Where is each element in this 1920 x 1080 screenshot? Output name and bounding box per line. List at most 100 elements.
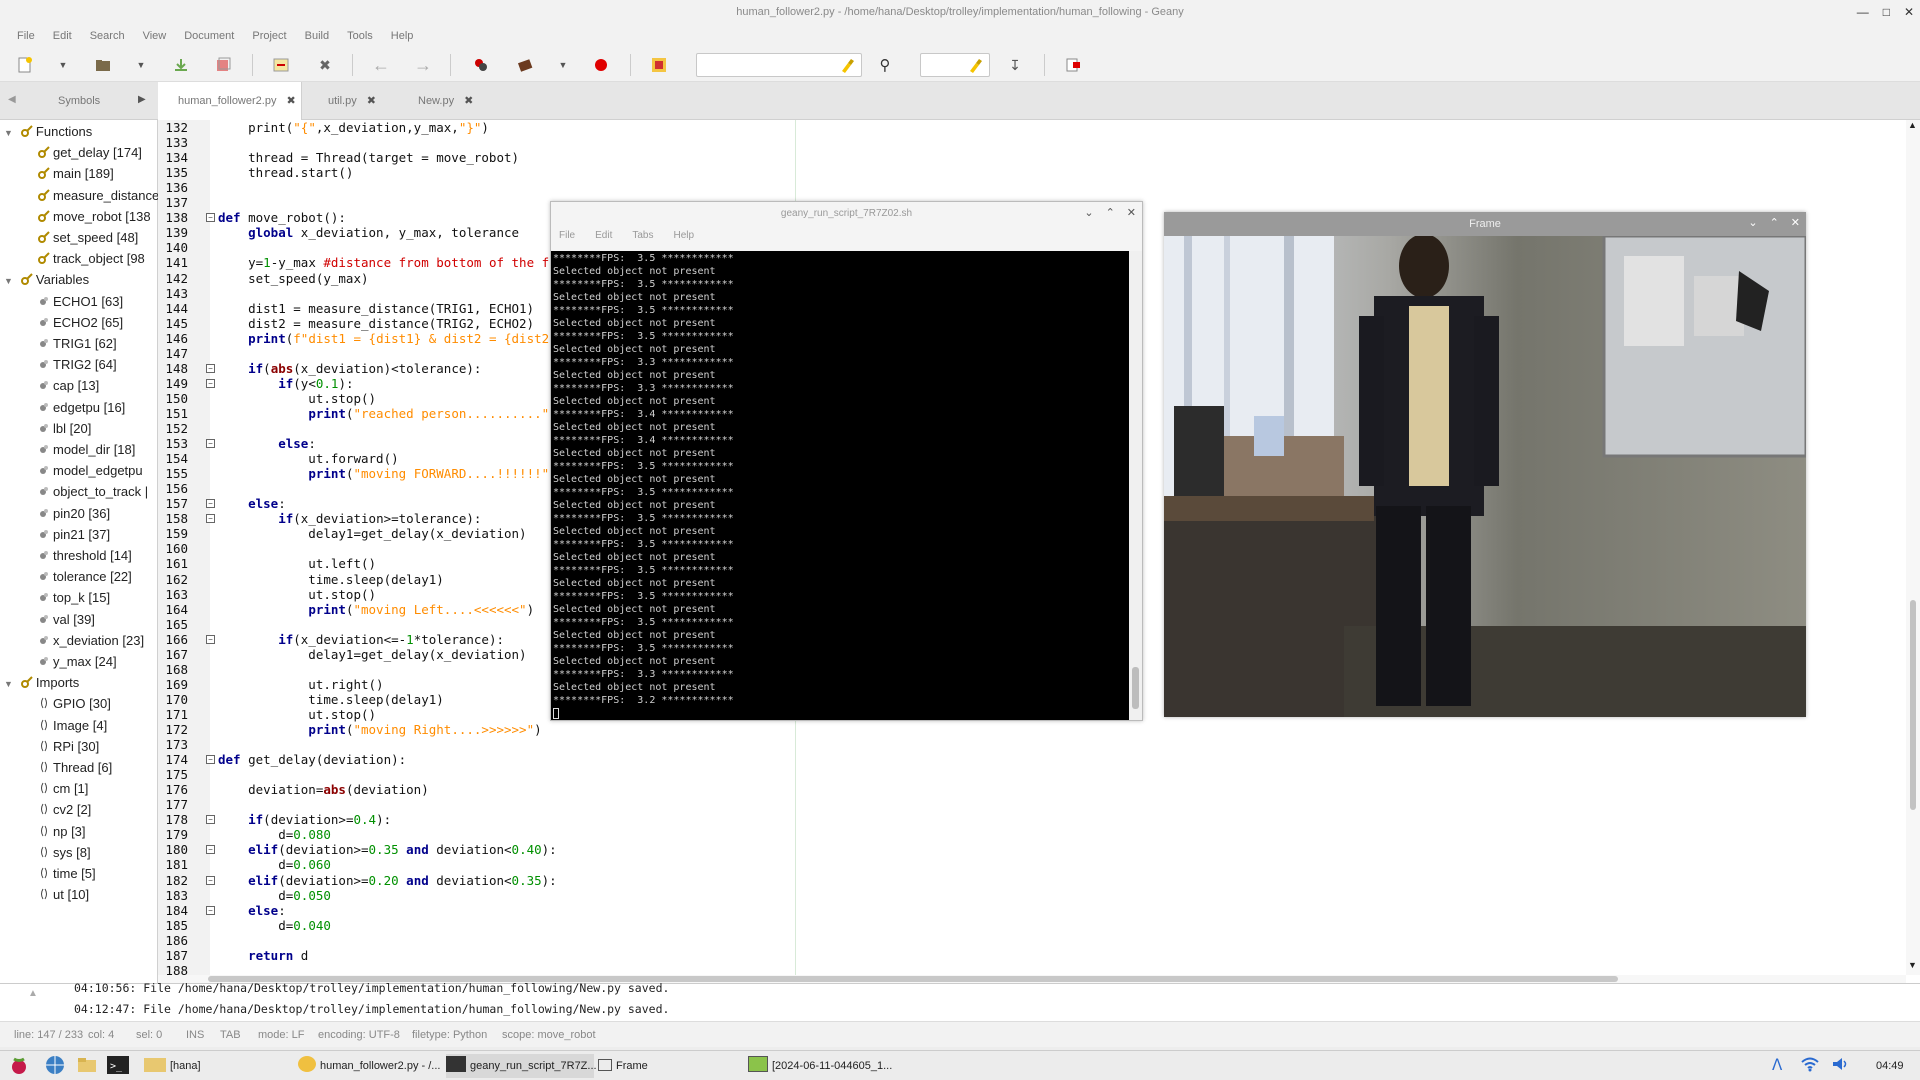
- fold-marker-icon[interactable]: −: [206, 755, 215, 765]
- recent-files-dropdown-icon[interactable]: ▼: [130, 54, 152, 76]
- tree-item-import[interactable]: cm [1]: [38, 779, 88, 799]
- taskbar-item-screenshot[interactable]: [2024-06-11-044605_1...: [748, 1054, 898, 1078]
- menu-view[interactable]: View: [134, 24, 176, 48]
- tab-util[interactable]: util.py ✖: [308, 82, 398, 120]
- tree-group-functions[interactable]: ▼ Functions: [4, 122, 92, 142]
- fold-marker-icon[interactable]: −: [206, 499, 215, 509]
- color-chooser-icon[interactable]: [648, 54, 670, 76]
- terminal-menu-file[interactable]: File: [559, 230, 575, 241]
- tree-item-variable[interactable]: ECHO2 [65]: [38, 313, 123, 333]
- execute-icon[interactable]: [590, 54, 612, 76]
- expander-icon[interactable]: ▼: [4, 276, 13, 286]
- menu-search[interactable]: Search: [81, 24, 134, 48]
- terminal-launcher-icon[interactable]: >_: [106, 1054, 132, 1078]
- messages-collapse-icon[interactable]: ▲: [28, 988, 38, 999]
- terminal-menu-help[interactable]: Help: [673, 230, 694, 241]
- fold-marker-icon[interactable]: −: [206, 439, 215, 449]
- bluetooth-icon[interactable]: ᐱ: [1772, 1054, 1790, 1078]
- terminal-menu-tabs[interactable]: Tabs: [632, 230, 653, 241]
- taskbar-item-terminal[interactable]: geany_run_script_7R7Z...: [446, 1054, 597, 1078]
- tree-item-variable[interactable]: ECHO1 [63]: [38, 292, 123, 312]
- minimize-icon[interactable]: ⌄: [1084, 206, 1093, 219]
- new-from-template-dropdown-icon[interactable]: ▼: [52, 54, 74, 76]
- menu-build[interactable]: Build: [296, 24, 338, 48]
- tree-item-variable[interactable]: threshold [14]: [38, 546, 132, 566]
- fold-marker-icon[interactable]: −: [206, 634, 215, 644]
- scroll-down-icon[interactable]: ▼: [1908, 960, 1917, 970]
- search-icon[interactable]: ⚲: [874, 54, 896, 76]
- menu-document[interactable]: Document: [175, 24, 243, 48]
- close-tab-icon[interactable]: ✖: [286, 95, 295, 107]
- compile-icon[interactable]: [470, 54, 492, 76]
- close-icon[interactable]: ✕: [1791, 216, 1800, 229]
- tree-item-variable[interactable]: x_deviation [23]: [38, 631, 144, 651]
- scrollbar-thumb[interactable]: [1132, 667, 1139, 709]
- close-tab-icon[interactable]: ✖: [367, 95, 376, 107]
- jump-to-line-icon[interactable]: ↧: [1004, 54, 1026, 76]
- clear-goto-icon[interactable]: [964, 54, 986, 76]
- tree-item-variable[interactable]: lbl [20]: [38, 419, 91, 439]
- fold-marker-icon[interactable]: −: [206, 845, 215, 855]
- minimize-icon[interactable]: —: [1857, 0, 1869, 24]
- tab-symbols[interactable]: Symbols: [58, 82, 100, 120]
- open-file-icon[interactable]: [92, 54, 114, 76]
- tree-item-variable[interactable]: object_to_track |: [38, 482, 148, 502]
- tree-item-variable[interactable]: model_edgetpu: [38, 461, 143, 481]
- maximize-icon[interactable]: ⌃: [1106, 206, 1115, 219]
- menu-tools[interactable]: Tools: [338, 24, 382, 48]
- tree-item-function[interactable]: move_robot [138: [38, 207, 151, 227]
- terminal-scrollbar[interactable]: [1129, 251, 1142, 720]
- tree-item-variable[interactable]: y_max [24]: [38, 652, 117, 672]
- fold-marker-icon[interactable]: −: [206, 875, 215, 885]
- tree-item-variable[interactable]: val [39]: [38, 610, 95, 630]
- menu-file[interactable]: File: [8, 24, 44, 48]
- sidebar-scroll-right-icon[interactable]: ▶: [138, 94, 146, 105]
- scrollbar-thumb[interactable]: [1910, 600, 1916, 810]
- menu-help[interactable]: Help: [382, 24, 423, 48]
- taskbar-item-hana-folder[interactable]: [hana]: [144, 1054, 294, 1078]
- sidebar-scroll-left-icon[interactable]: ◀: [8, 94, 16, 105]
- build-dropdown-icon[interactable]: ▼: [552, 54, 574, 76]
- volume-icon[interactable]: [1830, 1054, 1852, 1078]
- close-icon[interactable]: ✕: [1127, 206, 1136, 219]
- editor-vertical-scrollbar[interactable]: ▲ ▼: [1906, 120, 1920, 975]
- quit-icon[interactable]: [1062, 54, 1084, 76]
- fold-marker-icon[interactable]: −: [206, 378, 215, 388]
- raspberry-menu-icon[interactable]: [8, 1054, 32, 1078]
- terminal-output[interactable]: ********FPS: 3.5 ************ Selected ob…: [551, 251, 1129, 720]
- fold-marker-icon[interactable]: −: [206, 514, 215, 524]
- terminal-menu-edit[interactable]: Edit: [595, 230, 612, 241]
- tree-item-import[interactable]: cv2 [2]: [38, 800, 91, 820]
- tree-item-import[interactable]: Thread [6]: [38, 758, 112, 778]
- tree-item-import[interactable]: RPi [30]: [38, 737, 99, 757]
- taskbar-item-frame[interactable]: Frame: [598, 1054, 744, 1078]
- taskbar-item-geany[interactable]: human_follower2.py - /...: [298, 1054, 444, 1078]
- tree-item-variable[interactable]: TRIG2 [64]: [38, 355, 117, 375]
- tree-item-variable[interactable]: cap [13]: [38, 376, 99, 396]
- tree-item-variable[interactable]: tolerance [22]: [38, 567, 132, 587]
- navigate-back-icon[interactable]: ←: [370, 54, 392, 76]
- maximize-icon[interactable]: ⌃: [1770, 216, 1779, 229]
- tree-item-variable[interactable]: model_dir [18]: [38, 440, 135, 460]
- tree-item-function[interactable]: get_delay [174]: [38, 143, 142, 163]
- build-icon[interactable]: [514, 54, 536, 76]
- expander-icon[interactable]: ▼: [4, 128, 13, 138]
- file-manager-icon[interactable]: [76, 1054, 100, 1078]
- clear-search-icon[interactable]: [836, 54, 858, 76]
- expander-icon[interactable]: ▼: [4, 679, 13, 689]
- tree-item-variable[interactable]: edgetpu [16]: [38, 398, 125, 418]
- close-icon[interactable]: ✕: [1904, 0, 1914, 24]
- tree-item-import[interactable]: ut [10]: [38, 885, 89, 905]
- tree-item-function[interactable]: measure_distance: [38, 186, 159, 206]
- navigate-forward-icon[interactable]: →: [412, 54, 434, 76]
- tree-item-variable[interactable]: pin21 [37]: [38, 525, 110, 545]
- tree-group-imports[interactable]: ▼ Imports: [4, 673, 79, 693]
- tree-item-import[interactable]: Image [4]: [38, 716, 107, 736]
- fold-marker-icon[interactable]: −: [206, 815, 215, 825]
- tree-item-import[interactable]: time [5]: [38, 864, 96, 884]
- tree-item-function[interactable]: main [189]: [38, 164, 114, 184]
- tree-item-import[interactable]: np [3]: [38, 822, 86, 842]
- tree-group-variables[interactable]: ▼ Variables: [4, 270, 89, 290]
- save-icon[interactable]: [170, 54, 192, 76]
- minimize-icon[interactable]: ⌄: [1748, 216, 1757, 229]
